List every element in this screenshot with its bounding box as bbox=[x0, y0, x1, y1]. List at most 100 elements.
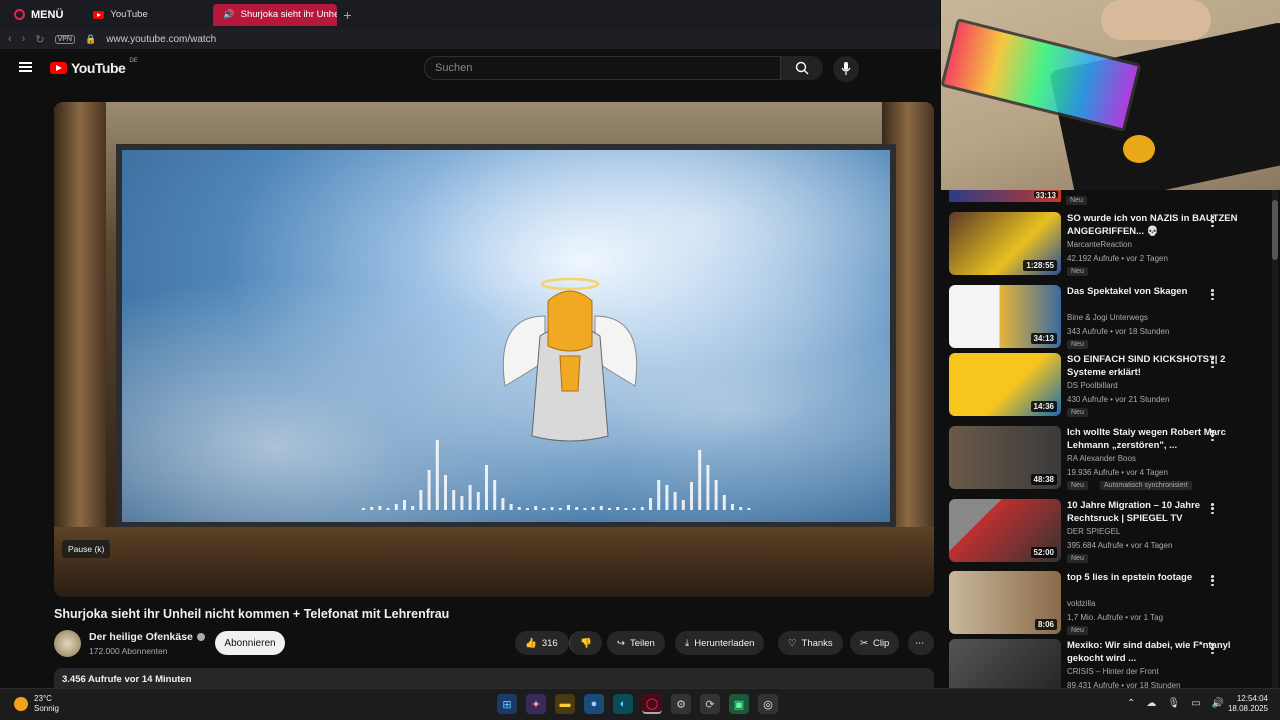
video-title[interactable]: Das Spektakel von Skagen bbox=[1067, 285, 1247, 298]
hamburger-menu-icon[interactable] bbox=[19, 62, 32, 72]
sidebar-video-item[interactable]: 8:06 top 5 lies in epstein footage voldzil… bbox=[949, 571, 1274, 635]
more-vertical-icon[interactable] bbox=[1211, 643, 1214, 654]
more-actions-button[interactable]: ⋯ bbox=[908, 631, 934, 655]
visualizer-bar bbox=[542, 508, 546, 510]
sidebar-scrollbar[interactable] bbox=[1272, 190, 1278, 688]
url-field[interactable]: www.youtube.com/watch bbox=[106, 34, 216, 45]
visualizer-bar bbox=[722, 495, 726, 510]
video-thumbnail[interactable]: 52:00 bbox=[949, 499, 1061, 562]
more-vertical-icon[interactable] bbox=[1211, 289, 1214, 300]
app-icon[interactable]: ● bbox=[584, 694, 604, 714]
hand-image bbox=[1101, 0, 1211, 40]
visualizer-bar bbox=[501, 498, 505, 510]
new-tab-icon[interactable]: + bbox=[343, 7, 351, 23]
video-title[interactable]: Ich wollte Staiy wegen Robert Marc Lehma… bbox=[1067, 426, 1247, 452]
subscribe-button[interactable]: Abonnieren bbox=[215, 631, 285, 655]
video-thumbnail[interactable]: 1:28:55 bbox=[949, 212, 1061, 275]
video-duration: 48:38 bbox=[1030, 474, 1057, 485]
weather-widget[interactable]: 23°C Sonnig bbox=[14, 694, 59, 714]
forward-icon[interactable]: › bbox=[22, 33, 26, 45]
steam-icon[interactable]: ◎ bbox=[758, 694, 778, 714]
sidebar-video-item[interactable]: 1:28:55 SO wurde ich von NAZIS in BAUTZEN… bbox=[949, 212, 1274, 276]
channel-name[interactable]: DS Poolbillard bbox=[1067, 381, 1118, 390]
vpn-badge[interactable]: VPN bbox=[54, 34, 75, 44]
video-title[interactable]: top 5 lies in epstein footage bbox=[1067, 571, 1247, 584]
system-tray: ⌃ ☁ 🎙 ▭ 🔊 bbox=[1127, 698, 1224, 709]
channel-avatar[interactable] bbox=[54, 630, 81, 657]
browser-menu-button[interactable]: MENÜ bbox=[0, 0, 77, 29]
video-player[interactable]: Pause (k) bbox=[54, 102, 934, 597]
subscriber-count: 172.000 Abonnenten bbox=[89, 646, 168, 656]
video-thumbnail[interactable]: 34:13 bbox=[949, 285, 1061, 348]
share-button[interactable]: ↪ Teilen bbox=[607, 631, 665, 655]
more-horizontal-icon: ⋯ bbox=[915, 637, 925, 649]
cloud-icon[interactable]: ☁ bbox=[1146, 698, 1156, 709]
video-title[interactable]: 10 Jahre Migration – 10 Jahre Rechtsruck… bbox=[1067, 499, 1247, 525]
download-button[interactable]: ⤓ Herunterladen bbox=[675, 631, 765, 655]
settings-gear-icon[interactable]: ⚙ bbox=[671, 694, 691, 714]
more-vertical-icon[interactable] bbox=[1211, 575, 1214, 586]
duck-figurine-image bbox=[1123, 135, 1155, 163]
video-thumbnail[interactable]: 8:06 bbox=[949, 571, 1061, 634]
video-thumbnail[interactable] bbox=[949, 639, 1061, 688]
voice-search-button[interactable] bbox=[833, 56, 859, 82]
channel-name[interactable]: Der heilige Ofenkäse bbox=[89, 631, 205, 643]
channel-name[interactable]: DER SPIEGEL bbox=[1067, 527, 1120, 536]
video-thumbnail[interactable]: 48:38 bbox=[949, 426, 1061, 489]
app-green-icon[interactable]: ▣ bbox=[729, 694, 749, 714]
channel-name[interactable]: MarcanteReaction bbox=[1067, 240, 1132, 249]
angel-figure-image bbox=[502, 277, 638, 442]
new-badge: Neu bbox=[1067, 408, 1088, 417]
dislike-button[interactable]: 👎 bbox=[569, 631, 602, 655]
sidebar-video-item[interactable]: Mexiko: Wir sind dabei, wie F*ntanyl gek… bbox=[949, 639, 1274, 688]
display-icon[interactable]: ▭ bbox=[1191, 698, 1200, 709]
search-button[interactable] bbox=[781, 56, 823, 80]
start-icon[interactable]: ⊞ bbox=[497, 694, 517, 714]
search-input[interactable]: Suchen bbox=[424, 56, 781, 80]
edge-icon[interactable]: ◐ bbox=[613, 694, 633, 714]
reload-icon[interactable]: ↻ bbox=[35, 33, 44, 46]
sidebar-video-item[interactable]: 14:36 SO EINFACH SIND KICKSHOTS?| 2 Syste… bbox=[949, 353, 1274, 417]
visualizer-bar bbox=[403, 500, 406, 510]
video-meta: 343 Aufrufe • vor 18 Stunden bbox=[1067, 327, 1170, 336]
channel-name[interactable]: RA Alexander Boos bbox=[1067, 454, 1136, 463]
more-vertical-icon[interactable] bbox=[1211, 430, 1214, 441]
clock[interactable]: 12:54:04 18.08.2025 bbox=[1222, 694, 1268, 714]
speed-tool-icon[interactable]: ⟳ bbox=[700, 694, 720, 714]
like-button[interactable]: 👍 316 bbox=[515, 631, 569, 655]
copilot-icon[interactable]: ✦ bbox=[526, 694, 546, 714]
youtube-header: YouTube DE Suchen bbox=[0, 49, 940, 91]
visualizer-bar bbox=[632, 508, 636, 510]
back-icon[interactable]: ‹ bbox=[8, 33, 12, 45]
sun-icon bbox=[14, 697, 28, 711]
video-title[interactable]: Mexiko: Wir sind dabei, wie F*ntanyl gek… bbox=[1067, 639, 1247, 665]
more-vertical-icon[interactable] bbox=[1211, 216, 1214, 227]
partial-thumbnail[interactable]: 33:13 bbox=[949, 190, 1061, 202]
video-title[interactable]: SO EINFACH SIND KICKSHOTS?| 2 Systeme er… bbox=[1067, 353, 1247, 379]
microphone-tray-icon[interactable]: 🎙 bbox=[1167, 698, 1180, 709]
opera-gx-icon[interactable]: ◯ bbox=[642, 694, 662, 714]
channel-name[interactable]: voldzilla bbox=[1067, 599, 1095, 608]
tab-current-video[interactable]: 🔊 Shurjoka sieht ihr Unheil bbox=[213, 3, 338, 26]
visualizer-bar bbox=[591, 507, 595, 510]
youtube-logo[interactable]: YouTube DE bbox=[50, 58, 138, 76]
chevron-up-icon[interactable]: ⌃ bbox=[1127, 698, 1135, 709]
more-vertical-icon[interactable] bbox=[1211, 503, 1214, 514]
sidebar-video-item[interactable]: 34:13 Das Spektakel von Skagen Bine & Jogi… bbox=[949, 285, 1274, 349]
new-badge: Neu bbox=[1066, 196, 1087, 205]
visualizer-bar bbox=[362, 508, 365, 510]
video-thumbnail[interactable]: 14:36 bbox=[949, 353, 1061, 416]
webcam-overlay bbox=[941, 0, 1280, 190]
thanks-button[interactable]: ♡ Thanks bbox=[778, 631, 843, 655]
channel-name[interactable]: Bine & Jogi Unterwegs bbox=[1067, 313, 1148, 322]
clip-button[interactable]: ✂ Clip bbox=[850, 631, 900, 655]
channel-name[interactable]: CRISIS – Hinter der Front bbox=[1067, 667, 1159, 676]
more-vertical-icon[interactable] bbox=[1211, 357, 1214, 368]
file-explorer-icon[interactable]: ▬ bbox=[555, 694, 575, 714]
sidebar-video-item[interactable]: 52:00 10 Jahre Migration – 10 Jahre Recht… bbox=[949, 499, 1274, 563]
video-title[interactable]: SO wurde ich von NAZIS in BAUTZEN ANGEGR… bbox=[1067, 212, 1247, 238]
sidebar-video-item[interactable]: 48:38 Ich wollte Staiy wegen Robert Marc … bbox=[949, 426, 1274, 490]
video-meta: 395.684 Aufrufe • vor 4 Tagen bbox=[1067, 541, 1173, 550]
description-box[interactable]: 3.456 Aufrufe vor 14 Minuten bbox=[54, 668, 934, 690]
tab-youtube[interactable]: YouTube bbox=[83, 4, 207, 26]
